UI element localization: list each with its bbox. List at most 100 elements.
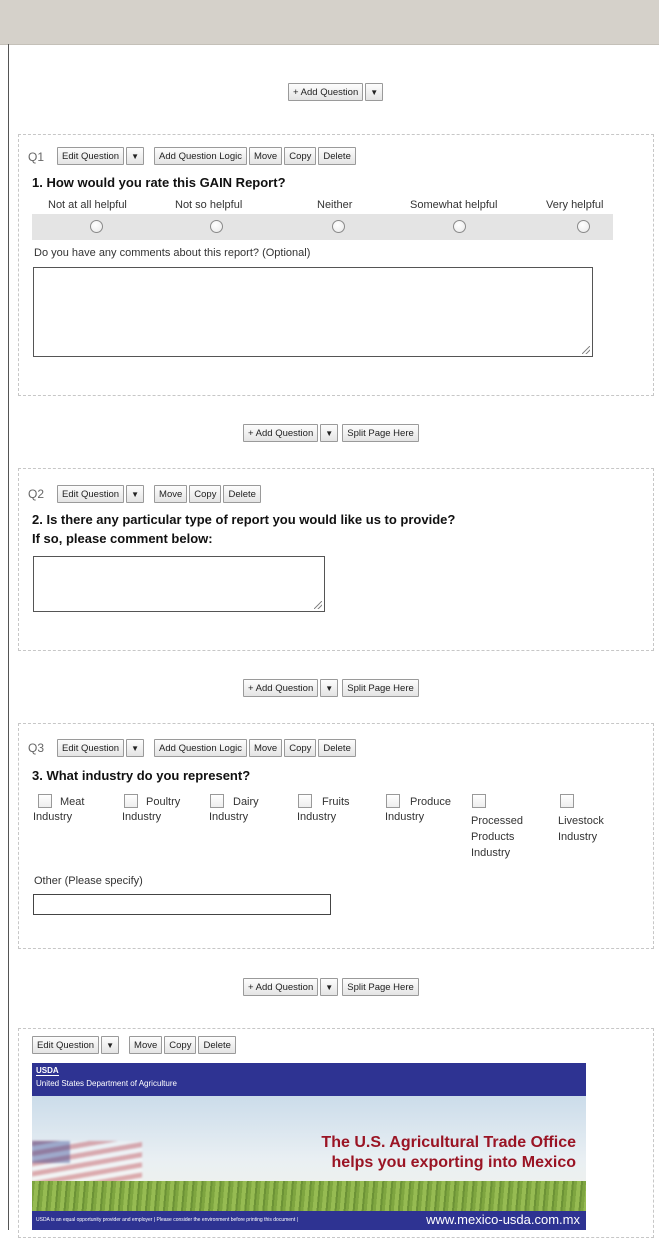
scale-label: Neither [317,199,353,211]
move-button[interactable]: Move [248,147,283,165]
chevron-down-icon[interactable]: ▼ [320,424,339,442]
option-label: Industry [471,847,511,859]
move-button[interactable]: Move [129,1036,163,1054]
move-button[interactable]: Move [248,739,283,757]
checkbox-produce[interactable] [386,794,400,808]
edit-question-button[interactable]: Edit Question [32,1036,100,1054]
chevron-down-icon[interactable]: ▼ [101,1036,120,1054]
edit-question-button[interactable]: Edit Question [57,739,125,757]
resize-grip-icon[interactable] [314,601,322,609]
radio-very-helpful[interactable] [577,220,590,233]
option-label: Dairy [233,796,259,808]
add-question-group-3: + Add Question ▼ Split Page Here [243,978,419,996]
option-label: Processed [471,815,523,827]
footer-note: USDA is an equal opportunity provider an… [36,1217,298,1223]
option-label: Industry [209,811,249,823]
option-label: Industry [297,811,337,823]
banner-header: USDA United States Department of Agricul… [32,1063,586,1096]
other-label: Other (Please specify) [34,875,143,887]
question-number: Q2 [28,487,45,501]
chevron-down-icon[interactable]: ▼ [320,978,339,996]
delete-button[interactable]: Delete [318,147,356,165]
question-number: Q3 [28,741,45,755]
question-number: Q1 [28,150,45,164]
option-label: Industry [385,811,425,823]
question-title: 3. What industry do you represent? [32,768,251,783]
add-question-logic-button[interactable]: Add Question Logic [154,739,247,757]
checkbox-dairy[interactable] [210,794,224,808]
q2-toolbar: Edit Question ▼ Move Copy Delete [57,485,261,503]
option-label: Poultry [146,796,181,808]
add-question-button[interactable]: + Add Question [243,679,319,697]
add-question-logic-button[interactable]: Add Question Logic [154,147,247,165]
option-label: Industry [33,811,73,823]
option-label: Meat [60,796,85,808]
website-url: www.mexico-usda.com.mx [426,1212,580,1227]
left-border [8,44,9,1230]
radio-not-so-helpful[interactable] [210,220,223,233]
option-label: Industry [558,831,598,843]
checkbox-poultry[interactable] [124,794,138,808]
comment-textarea[interactable] [33,267,593,357]
flag-canton [32,1141,70,1163]
copy-button[interactable]: Copy [284,739,317,757]
edit-question-button[interactable]: Edit Question [57,147,125,165]
banner-footer: USDA is an equal opportunity provider an… [32,1211,586,1230]
chevron-down-icon[interactable]: ▼ [126,147,145,165]
copy-button[interactable]: Copy [284,147,317,165]
option-label: Livestock [558,815,604,827]
chevron-down-icon[interactable]: ▼ [365,83,384,101]
radio-neither[interactable] [332,220,345,233]
checkbox-fruits[interactable] [298,794,312,808]
add-question-group-2: + Add Question ▼ Split Page Here [243,679,419,697]
scale-label: Not so helpful [175,199,243,211]
option-label: Products [471,831,515,843]
scale-label: Very helpful [546,199,604,211]
add-question-button[interactable]: + Add Question [288,83,364,101]
add-question-button[interactable]: + Add Question [243,424,319,442]
image-toolbar: Edit Question ▼ Move Copy Delete [32,1036,236,1054]
top-bar [0,0,659,45]
usda-logo: USDA [36,1066,59,1076]
chevron-down-icon[interactable]: ▼ [126,739,145,757]
resize-grip-icon[interactable] [582,346,590,354]
option-label: Fruits [322,796,350,808]
add-question-group-1: + Add Question ▼ Split Page Here [243,424,419,442]
question-title-line2: If so, please comment below: [32,531,213,546]
usda-banner-image: USDA United States Department of Agricul… [32,1063,586,1230]
split-page-button[interactable]: Split Page Here [342,424,419,442]
q1-toolbar: Edit Question ▼ Add Question Logic Move … [57,147,356,165]
split-page-button[interactable]: Split Page Here [342,679,419,697]
checkbox-meat[interactable] [38,794,52,808]
chevron-down-icon[interactable]: ▼ [320,679,339,697]
add-question-button[interactable]: + Add Question [243,978,319,996]
question-title-line1: 2. Is there any particular type of repor… [32,512,456,527]
delete-button[interactable]: Delete [198,1036,236,1054]
banner-headline-line2: helps you exporting into Mexico [331,1154,576,1171]
scale-label: Not at all helpful [48,199,127,211]
banner-headline-line1: The U.S. Agricultural Trade Office [321,1134,576,1151]
question-title: 1. How would you rate this GAIN Report? [32,175,286,190]
copy-button[interactable]: Copy [164,1036,197,1054]
move-button[interactable]: Move [154,485,188,503]
delete-button[interactable]: Delete [318,739,356,757]
split-page-button[interactable]: Split Page Here [342,978,419,996]
comment-label: Do you have any comments about this repo… [34,247,311,259]
other-specify-input[interactable] [33,894,331,915]
checkbox-processed-products[interactable] [472,794,486,808]
report-request-textarea[interactable] [33,556,325,612]
delete-button[interactable]: Delete [223,485,261,503]
option-label: Produce [410,796,451,808]
chevron-down-icon[interactable]: ▼ [126,485,145,503]
option-label: Industry [122,811,162,823]
rating-row [32,214,613,240]
edit-question-button[interactable]: Edit Question [57,485,125,503]
agency-name: United States Department of Agriculture [36,1079,177,1088]
radio-not-at-all-helpful[interactable] [90,220,103,233]
radio-somewhat-helpful[interactable] [453,220,466,233]
crop-field [32,1181,586,1211]
copy-button[interactable]: Copy [189,485,222,503]
add-question-group-top: + Add Question ▼ [288,83,384,101]
checkbox-livestock[interactable] [560,794,574,808]
q3-toolbar: Edit Question ▼ Add Question Logic Move … [57,739,356,757]
